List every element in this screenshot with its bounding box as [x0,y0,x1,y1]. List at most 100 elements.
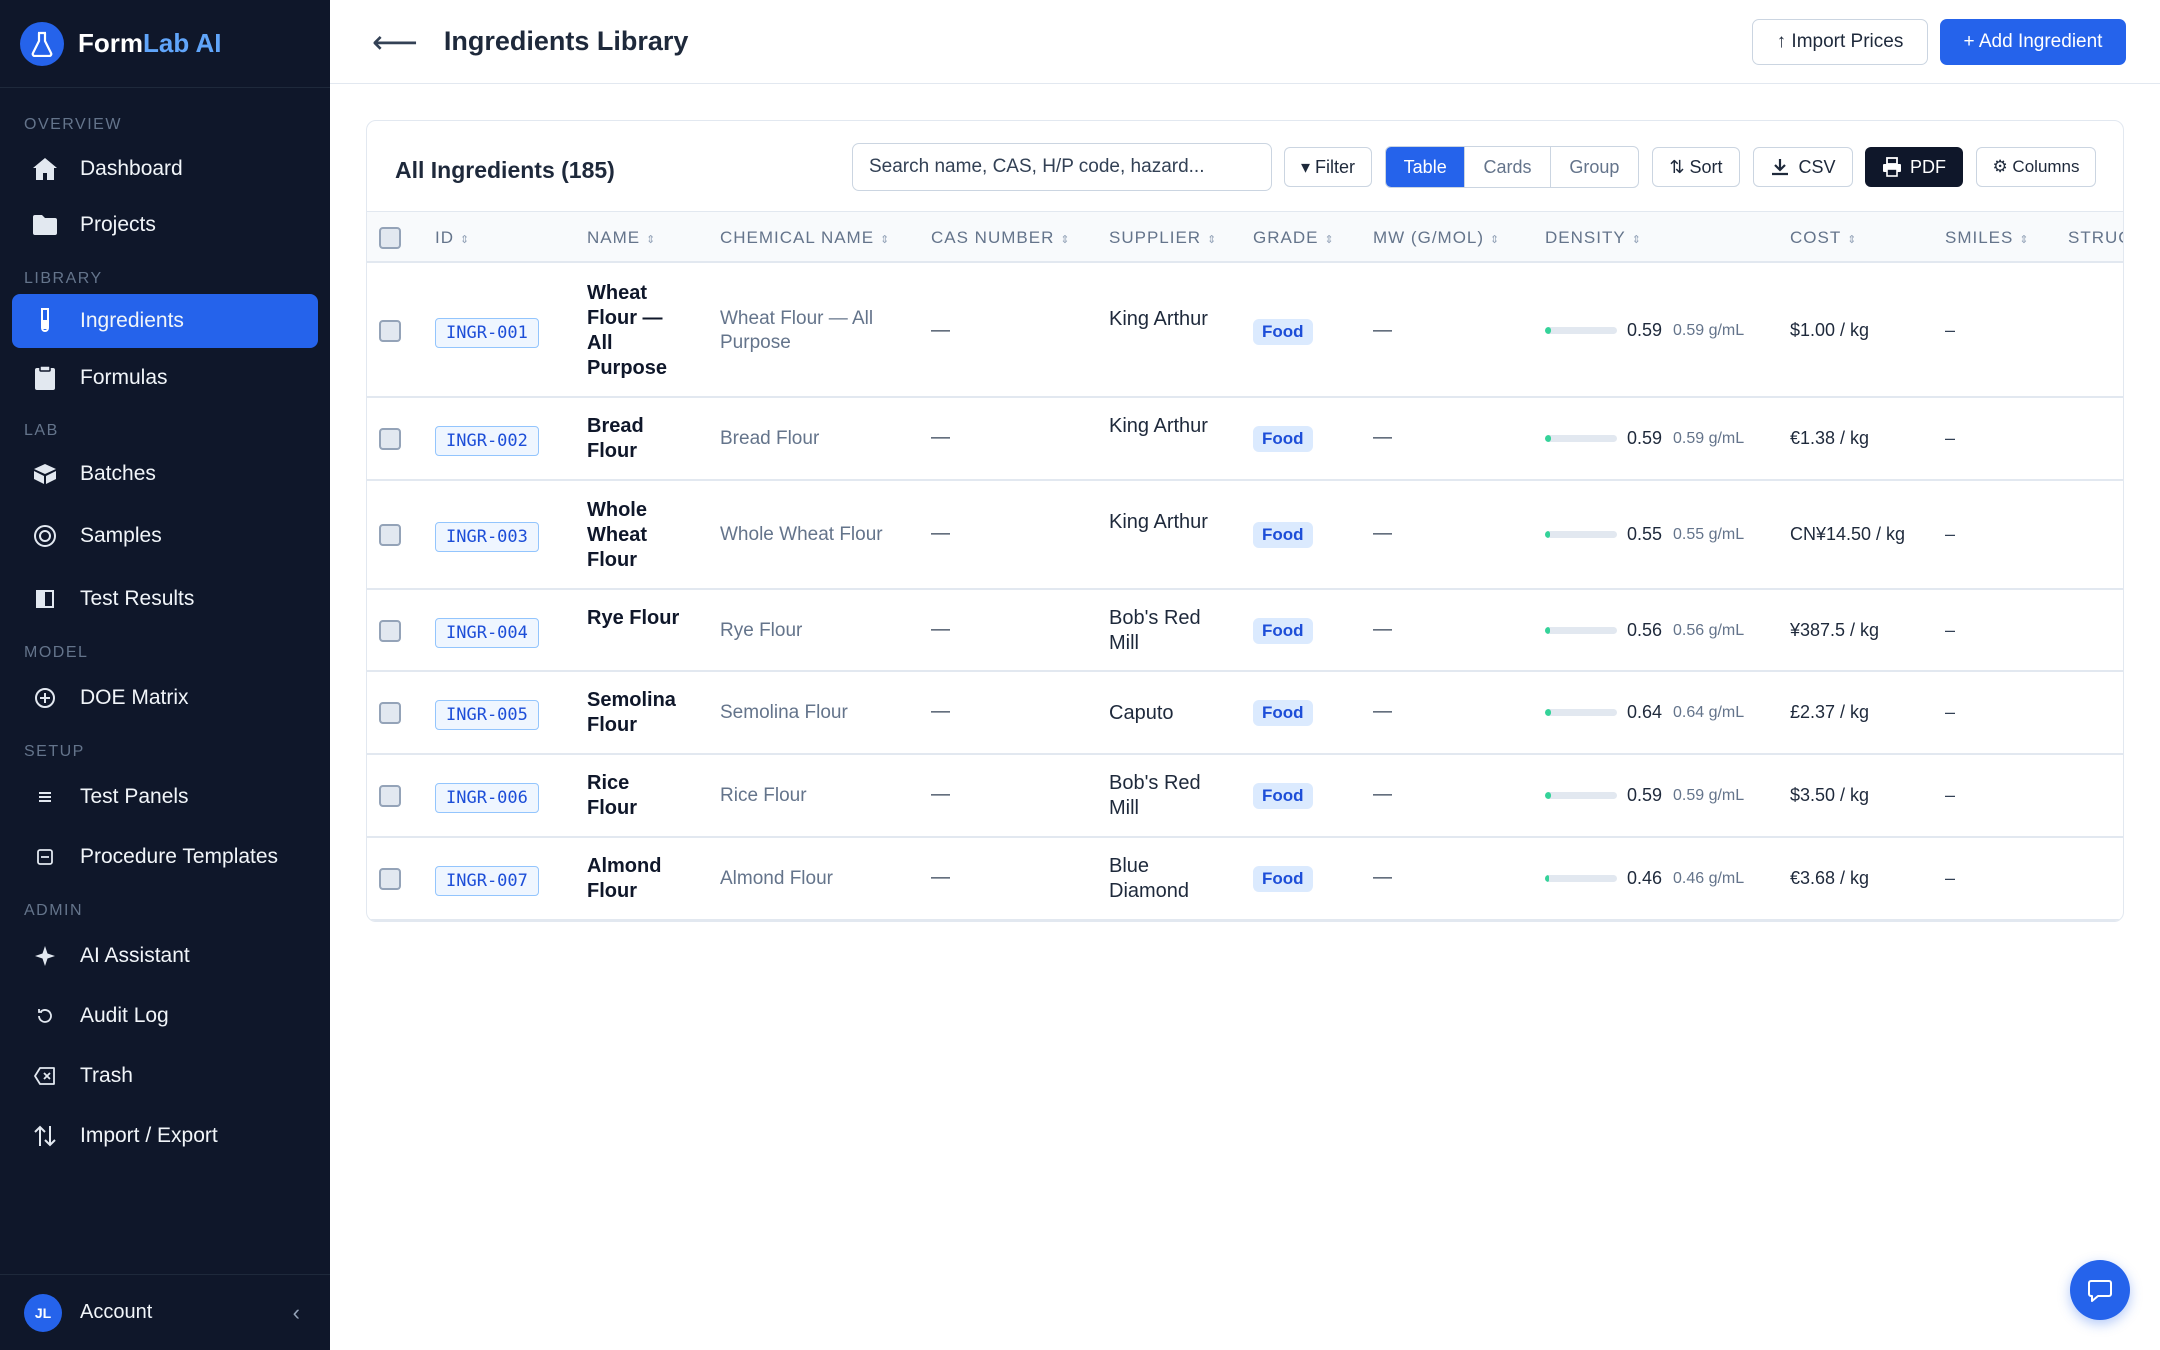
ingredient-id-link[interactable]: INGR-002 [435,426,539,456]
ingredient-id-link[interactable]: INGR-006 [435,783,539,813]
sidebar: FormLab AI OVERVIEW Dashboard Projects L… [0,0,330,1350]
molecular-weight: — [1373,867,1392,888]
density-bar [1545,709,1617,716]
table-row[interactable]: INGR-006 Rice Flour Rice Flour — Bob's R… [367,755,2123,838]
sidebar-item-audit-log[interactable]: Audit Log [12,989,318,1043]
select-all-checkbox[interactable] [379,227,401,249]
column-header-id[interactable]: ID ⇕ [435,228,470,248]
cost: €3.68 / kg [1790,868,1870,888]
column-header-density[interactable]: DENSITY ⇕ [1545,228,1642,248]
csv-label: CSV [1798,156,1836,177]
ingredient-id-link[interactable]: INGR-005 [435,700,539,730]
filter-button[interactable]: ▾ Filter [1284,147,1372,187]
view-table-tab[interactable]: Table [1386,147,1466,187]
smiles: – [1945,524,1956,544]
smiles: – [1945,868,1956,888]
sidebar-item-formulas[interactable]: Formulas [12,351,318,405]
sidebar-item-import-export[interactable]: Import / Export [12,1109,318,1163]
row-checkbox[interactable] [379,428,401,450]
view-cards-tab[interactable]: Cards [1465,147,1551,187]
ingredient-name: Rye Flour [587,607,680,629]
sidebar-item-label: Samples [80,524,162,547]
column-header-supplier[interactable]: SUPPLIER ⇕ [1109,228,1217,248]
sidebar-item-projects[interactable]: Projects [12,198,318,252]
column-header-grade[interactable]: GRADE ⇕ [1253,228,1335,248]
sidebar-item-procedure-templates[interactable]: Procedure Templates [12,830,318,884]
density-bar-fill [1545,435,1551,442]
table-row[interactable]: INGR-003 Whole Wheat Flour Whole Wheat F… [367,481,2123,590]
sort-button[interactable]: ⇅ Sort [1652,147,1740,187]
supplier: King Arthur [1109,511,1208,533]
ingredients-card: All Ingredients (185) ▾ Filter Table Car… [366,120,2124,922]
column-header-cost[interactable]: COST ⇕ [1790,228,1857,248]
row-checkbox[interactable] [379,785,401,807]
ingredient-id-link[interactable]: INGR-004 [435,618,539,648]
cost: CN¥14.50 / kg [1790,524,1906,544]
density-bar [1545,792,1617,799]
sidebar-item-doe-matrix[interactable]: DOE Matrix [12,671,318,725]
csv-button[interactable]: CSV [1753,147,1853,187]
density-unit: 0.59 g/mL [1673,430,1745,447]
ingredient-name: Whole Wheat Flour [587,499,647,571]
density-bar-fill [1545,327,1551,334]
sidebar-item-trash[interactable]: Trash [12,1049,318,1103]
chat-button[interactable] [2070,1260,2130,1320]
sidebar-item-ai-assistant[interactable]: AI Assistant [12,929,318,983]
ingredient-id-link[interactable]: INGR-003 [435,522,539,552]
column-header-chemical-name[interactable]: CHEMICAL NAME ⇕ [720,228,890,248]
column-header-mw[interactable]: MW (G/MOL) ⇕ [1373,228,1500,248]
sidebar-item-test-results[interactable]: Test Results [12,572,318,626]
row-checkbox[interactable] [379,620,401,642]
pdf-button[interactable]: PDF [1865,147,1963,187]
sidebar-item-ingredients[interactable]: Ingredients [12,294,318,348]
back-arrow-icon[interactable]: ⟵ [372,23,418,61]
sidebar-item-label: Test Results [80,587,195,610]
density-value: 0.46 [1627,868,1663,888]
smiles: – [1945,428,1956,448]
add-ingredient-button[interactable]: + Add Ingredient [1940,19,2126,65]
row-checkbox[interactable] [379,702,401,724]
section-model: MODEL [24,644,89,661]
molecular-weight: — [1373,701,1392,722]
download-icon [1770,157,1790,177]
account-menu[interactable]: JL Account ‹ [0,1274,330,1350]
ingredient-id-link[interactable]: INGR-001 [435,318,539,348]
cost: ¥387.5 / kg [1790,620,1880,640]
table-row[interactable]: INGR-007 Almond Flour Almond Flour — Blu… [367,838,2123,921]
cas-number: — [931,701,950,722]
density-bar-fill [1545,792,1551,799]
supplier: Blue Diamond [1109,855,1190,902]
row-checkbox[interactable] [379,868,401,890]
table-row[interactable]: INGR-001 Wheat Flour — All Purpose Wheat… [367,264,2123,398]
sidebar-item-dashboard[interactable]: Dashboard [12,142,318,196]
column-header-name[interactable]: NAME ⇕ [587,228,656,248]
sidebar-item-samples[interactable]: Samples [12,509,318,563]
list-icon [30,782,60,812]
chemical-name: Semolina Flour [720,702,848,723]
columns-button[interactable]: ⚙ Columns [1976,147,2096,187]
sidebar-item-label: Audit Log [80,1004,169,1027]
sparkle-icon [30,941,60,971]
brand[interactable]: FormLab AI [0,0,330,88]
density-bar-fill [1545,531,1551,538]
import-prices-button[interactable]: ↑ Import Prices [1752,19,1928,65]
table-row[interactable]: INGR-005 Semolina Flour Semolina Flour —… [367,672,2123,755]
plus-circle-icon [30,683,60,713]
view-group-tab[interactable]: Group [1551,147,1638,187]
column-header-cas-number[interactable]: CAS NUMBER ⇕ [931,228,1071,248]
row-checkbox[interactable] [379,320,401,342]
sidebar-item-batches[interactable]: Batches [12,447,318,501]
table-row[interactable]: INGR-004 Rye Flour Rye Flour — Bob's Red… [367,590,2123,672]
collapse-sidebar-button[interactable]: ‹ [293,1300,300,1326]
ingredient-id-link[interactable]: INGR-007 [435,866,539,896]
column-header-structure[interactable]: STRUC [2068,228,2123,248]
sidebar-item-label: Trash [80,1064,133,1087]
supplier: King Arthur [1109,308,1208,330]
table-row[interactable]: INGR-002 Bread Flour Bread Flour — King … [367,398,2123,481]
column-header-smiles[interactable]: SMILES ⇕ [1945,228,2030,248]
search-input[interactable] [852,143,1272,191]
sidebar-item-test-panels[interactable]: Test Panels [12,770,318,824]
ingredient-name: Bread Flour [587,415,644,462]
section-library: LIBRARY [24,270,103,287]
row-checkbox[interactable] [379,524,401,546]
